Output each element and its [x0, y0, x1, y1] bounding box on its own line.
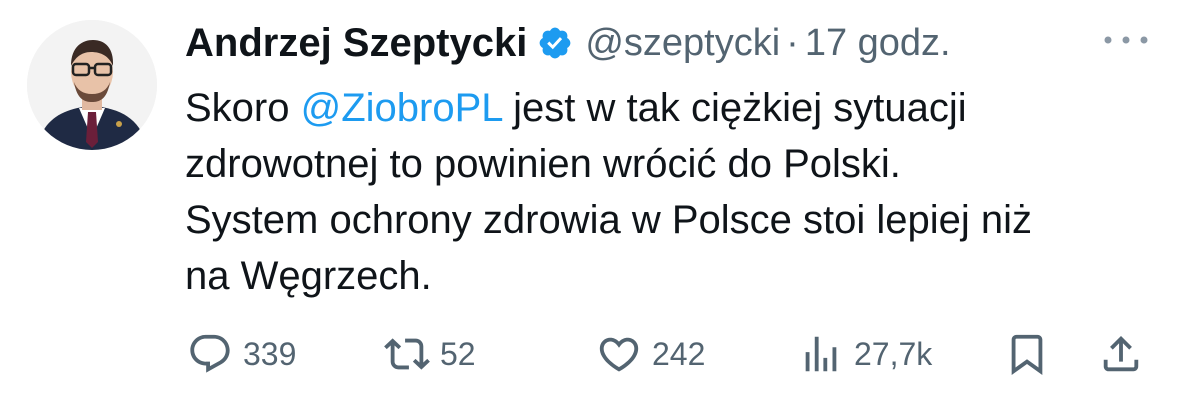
more-options-icon[interactable]: [1098, 30, 1154, 50]
retweet-icon: [384, 338, 430, 370]
tweet-text: Skoro @ZiobroPL jest w tak ciężkiej sytu…: [185, 80, 1145, 304]
author-name[interactable]: Andrzej Szeptycki: [185, 21, 527, 66]
share-icon: [1103, 335, 1139, 372]
tweet-text-line-1: Skoro @ZiobroPL jest w tak ciężkiej sytu…: [185, 80, 1145, 136]
header-separator: ·: [786, 21, 799, 64]
tweet-text-line-3: System ochrony zdrowia w Polsce stoi lep…: [185, 198, 1033, 242]
tweet-card[interactable]: Andrzej Szeptycki @szeptycki · 17 godz. …: [0, 0, 1179, 413]
bookmark-button[interactable]: [1004, 328, 1050, 380]
like-icon: [599, 337, 639, 372]
action-bar: 339 52 242 27,7k: [0, 328, 1179, 380]
reply-button[interactable]: 339: [187, 328, 296, 380]
tweet-timestamp[interactable]: 17 godz.: [805, 22, 951, 65]
views-button[interactable]: 27,7k: [798, 328, 932, 380]
tweet-text-segment: Skoro: [185, 86, 301, 130]
tweet-text-line-2: zdrowotnej to powinien wrócić do Polski.: [185, 142, 901, 186]
tweet-text-line-4: na Węgrzech.: [185, 254, 432, 298]
like-button[interactable]: 242: [596, 328, 705, 380]
reply-count: 339: [243, 335, 297, 372]
author-handle[interactable]: @szeptycki: [585, 22, 780, 65]
bookmark-icon: [1011, 334, 1043, 375]
retweet-button[interactable]: 52: [384, 328, 476, 380]
like-count: 242: [652, 335, 706, 372]
views-icon: [805, 336, 837, 372]
tweet-header: Andrzej Szeptycki @szeptycki · 17 godz.: [185, 14, 1145, 72]
mention-link[interactable]: @ZiobroPL: [301, 86, 502, 130]
tweet-text-segment: jest w tak ciężkiej sytuacji: [502, 86, 967, 130]
views-count: 27,7k: [854, 335, 933, 372]
reply-icon: [190, 334, 230, 373]
avatar[interactable]: [27, 20, 157, 150]
avatar-image: [27, 20, 157, 150]
share-button[interactable]: [1098, 328, 1144, 380]
retweet-count: 52: [440, 335, 476, 372]
verified-badge-icon: [537, 25, 573, 61]
